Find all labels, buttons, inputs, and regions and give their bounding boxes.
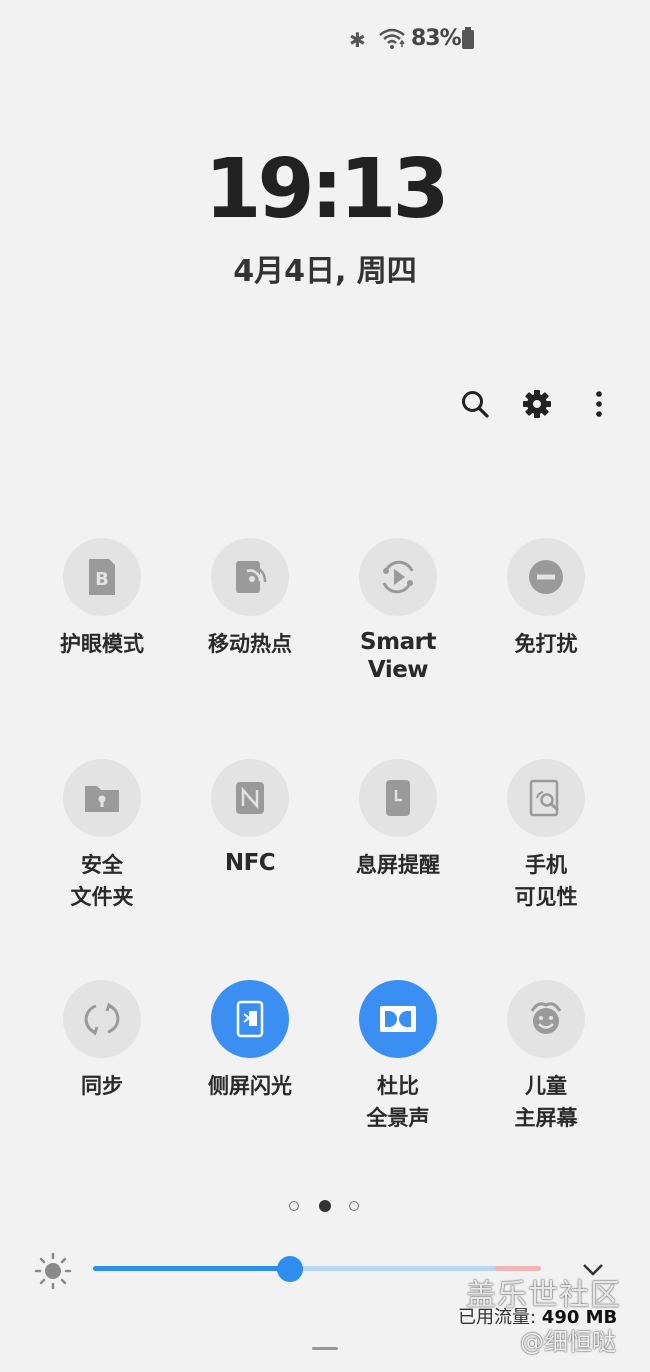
secure-folder-icon <box>63 759 141 837</box>
sun-icon <box>34 1252 72 1294</box>
tile-nearby-scanning[interactable]: 手机 可见性 <box>472 759 620 913</box>
tile-label: Smart View <box>360 629 436 683</box>
tile-mobile-hotspot[interactable]: 移动热点 <box>176 538 324 660</box>
battery-percent: 83% <box>411 26 462 51</box>
page-dot[interactable] <box>349 1201 359 1211</box>
page-dot[interactable] <box>289 1201 299 1211</box>
brightness-fill <box>93 1266 291 1271</box>
tile-label: 儿童 主屏幕 <box>514 1074 578 1130</box>
tile-eye-comfort[interactable]: B 护眼模式 <box>28 538 176 660</box>
eye-comfort-icon: B <box>63 538 141 616</box>
page-dot-active[interactable] <box>319 1200 331 1212</box>
tile-label: 安全 文件夹 <box>70 853 134 909</box>
tile-sync[interactable]: 同步 <box>28 980 176 1102</box>
quick-panel-toolbar <box>455 384 625 424</box>
page-indicator[interactable] <box>286 1200 366 1217</box>
nearby-scanning-icon <box>507 759 585 837</box>
tile-label: 手机 可见性 <box>514 853 578 909</box>
gear-icon <box>523 390 551 418</box>
do-not-disturb-icon <box>507 538 585 616</box>
tile-smart-view[interactable]: Smart View <box>324 538 472 684</box>
more-options-button[interactable] <box>579 384 619 424</box>
settings-button[interactable] <box>517 384 557 424</box>
hotspot-icon <box>211 538 289 616</box>
bluetooth-icon: ✱ <box>349 28 366 52</box>
svg-text:B: B <box>95 569 109 590</box>
wifi-icon <box>378 26 406 56</box>
battery-icon <box>462 27 474 49</box>
sync-icon <box>63 980 141 1058</box>
clock-date: 4月4日, 周四 <box>233 254 417 289</box>
nfc-icon <box>211 759 289 837</box>
kids-home-icon <box>507 980 585 1058</box>
tile-nfc[interactable]: NFC <box>176 759 324 877</box>
tile-label: 息屏提醒 <box>356 853 440 877</box>
search-button[interactable] <box>455 384 495 424</box>
tile-label: 侧屏闪光 <box>208 1074 292 1098</box>
tile-kids-home[interactable]: 儿童 主屏幕 <box>472 980 620 1134</box>
tile-label: 移动热点 <box>208 632 292 656</box>
tile-label: 护眼模式 <box>60 632 144 656</box>
tile-label: 同步 <box>81 1074 123 1098</box>
tile-dolby-atmos[interactable]: 杜比 全景声 <box>324 980 472 1134</box>
tile-edge-lighting[interactable]: 侧屏闪光 <box>176 980 324 1102</box>
panel-drag-handle[interactable] <box>312 1347 338 1350</box>
search-icon <box>462 391 489 418</box>
more-vert-icon <box>596 391 602 417</box>
watermark-user: @细恒哒 <box>520 1328 616 1356</box>
edge-lighting-icon <box>211 980 289 1058</box>
tile-do-not-disturb[interactable]: 免打扰 <box>472 538 620 660</box>
status-bar: ✱ 83% <box>0 24 650 56</box>
dolby-atmos-icon <box>359 980 437 1058</box>
tile-always-on-display[interactable]: 息屏提醒 <box>324 759 472 881</box>
tile-label: 免打扰 <box>514 632 578 656</box>
tile-secure-folder[interactable]: 安全 文件夹 <box>28 759 176 913</box>
always-on-display-icon <box>359 759 437 837</box>
tile-label: NFC <box>224 850 276 876</box>
smart-view-icon <box>359 538 437 616</box>
tile-label: 杜比 全景声 <box>366 1074 430 1130</box>
clock-time: 19:13 <box>204 142 449 237</box>
brightness-thumb[interactable] <box>277 1256 304 1282</box>
